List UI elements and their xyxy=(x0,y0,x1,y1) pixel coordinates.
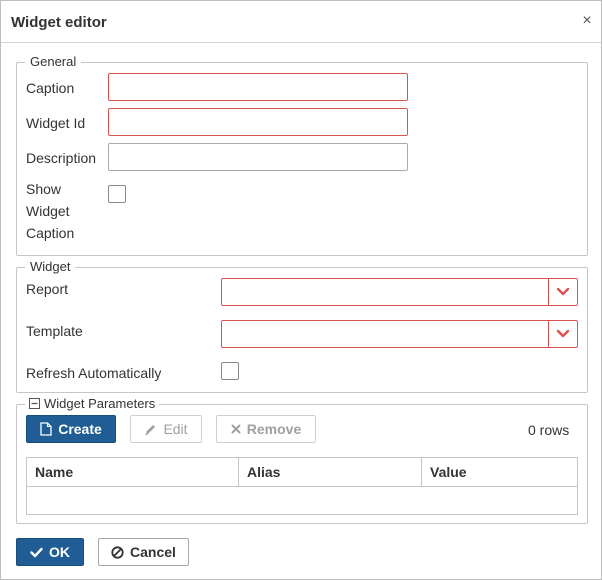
file-icon xyxy=(40,422,52,436)
check-icon xyxy=(30,547,43,558)
show-caption-label-line1: Show xyxy=(26,181,62,197)
caption-input[interactable] xyxy=(108,73,408,101)
edit-button[interactable]: Edit xyxy=(130,415,202,443)
parameters-grid: Name Alias Value xyxy=(26,457,578,515)
ban-icon xyxy=(111,545,124,559)
x-icon xyxy=(231,424,241,434)
general-legend: General xyxy=(25,54,82,70)
column-header-alias[interactable]: Alias xyxy=(238,458,421,486)
report-select[interactable] xyxy=(221,278,578,306)
column-header-value[interactable]: Value xyxy=(421,458,577,486)
template-select[interactable] xyxy=(221,320,578,348)
column-header-name[interactable]: Name xyxy=(27,458,238,486)
cancel-button[interactable]: Cancel xyxy=(98,538,189,566)
dialog-title: Widget editor xyxy=(11,14,107,31)
chevron-down-icon[interactable] xyxy=(549,321,577,347)
remove-button[interactable]: Remove xyxy=(216,415,316,443)
create-button-label: Create xyxy=(58,421,102,437)
dialog-titlebar: Widget editor × xyxy=(1,1,601,43)
widget-parameters-legend-text: Widget Parameters xyxy=(44,396,156,411)
close-icon[interactable]: × xyxy=(579,12,595,30)
widget-id-label: Widget Id xyxy=(26,115,86,131)
widget-id-input[interactable] xyxy=(108,108,408,136)
show-caption-label-line2: Widget xyxy=(26,203,70,219)
ok-button-label: OK xyxy=(49,544,70,560)
template-label: Template xyxy=(26,323,83,339)
show-caption-label-line3: Caption xyxy=(26,225,75,241)
caption-label: Caption xyxy=(26,80,75,96)
refresh-automatically-label: Refresh Automatically xyxy=(26,365,162,381)
report-label: Report xyxy=(26,281,69,297)
chevron-down-icon[interactable] xyxy=(549,279,577,305)
remove-button-label: Remove xyxy=(246,421,302,437)
grid-header: Name Alias Value xyxy=(27,458,577,487)
ok-button[interactable]: OK xyxy=(16,538,84,566)
row-count: 0 rows xyxy=(528,422,570,438)
description-input[interactable] xyxy=(108,143,408,171)
widget-parameters-legend[interactable]: Widget Parameters xyxy=(25,396,160,412)
widget-legend: Widget xyxy=(25,259,76,275)
cancel-button-label: Cancel xyxy=(130,544,176,560)
edit-button-label: Edit xyxy=(163,421,188,437)
widget-editor-dialog: Widget editor × General Caption Widget I… xyxy=(0,0,602,580)
pencil-icon xyxy=(144,423,157,436)
show-caption-checkbox[interactable] xyxy=(108,185,126,203)
description-label: Description xyxy=(26,150,97,166)
refresh-automatically-checkbox[interactable] xyxy=(221,362,239,380)
minus-square-icon[interactable] xyxy=(29,396,40,412)
create-button[interactable]: Create xyxy=(26,415,116,443)
